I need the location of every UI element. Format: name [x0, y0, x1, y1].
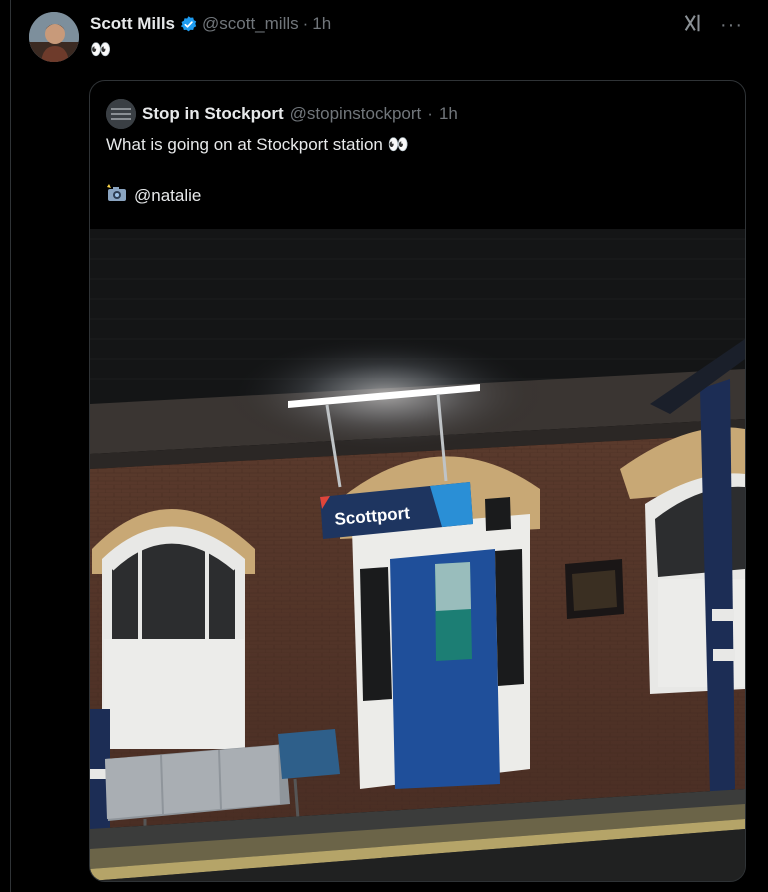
credit-mention[interactable]: @natalie	[134, 186, 201, 206]
quoted-post-text: What is going on at Stockport station 👀	[106, 135, 409, 154]
author-avatar[interactable]	[29, 12, 79, 62]
more-icon[interactable]: ···	[720, 14, 743, 37]
post-text: 👀	[90, 40, 112, 59]
quoted-photo-credit: @natalie	[106, 183, 201, 208]
quoted-post-time[interactable]: 1h	[439, 104, 458, 124]
quoted-author-avatar[interactable]	[106, 99, 136, 129]
quoted-post[interactable]: Stop in Stockport @stopinstockport · 1h …	[89, 80, 746, 882]
grok-icon[interactable]	[682, 12, 704, 39]
quoted-author-name[interactable]: Stop in Stockport	[142, 104, 284, 124]
post-actions-top: ···	[682, 12, 743, 39]
separator-dot: ·	[302, 14, 309, 33]
timeline-border	[10, 0, 11, 892]
author-name[interactable]: Scott Mills	[90, 14, 175, 34]
quoted-post-header: Stop in Stockport @stopinstockport · 1h	[106, 99, 458, 129]
camera-flash-icon	[106, 183, 128, 208]
station-photo[interactable]: Scottport	[90, 229, 745, 881]
quoted-separator-dot: ·	[427, 104, 433, 123]
quoted-author-handle[interactable]: @stopinstockport	[290, 104, 422, 124]
verified-badge-icon	[179, 15, 198, 34]
post-header: Scott Mills @scott_mills · 1h	[90, 12, 331, 36]
post-time[interactable]: 1h	[312, 14, 331, 34]
author-handle[interactable]: @scott_mills	[202, 14, 299, 34]
